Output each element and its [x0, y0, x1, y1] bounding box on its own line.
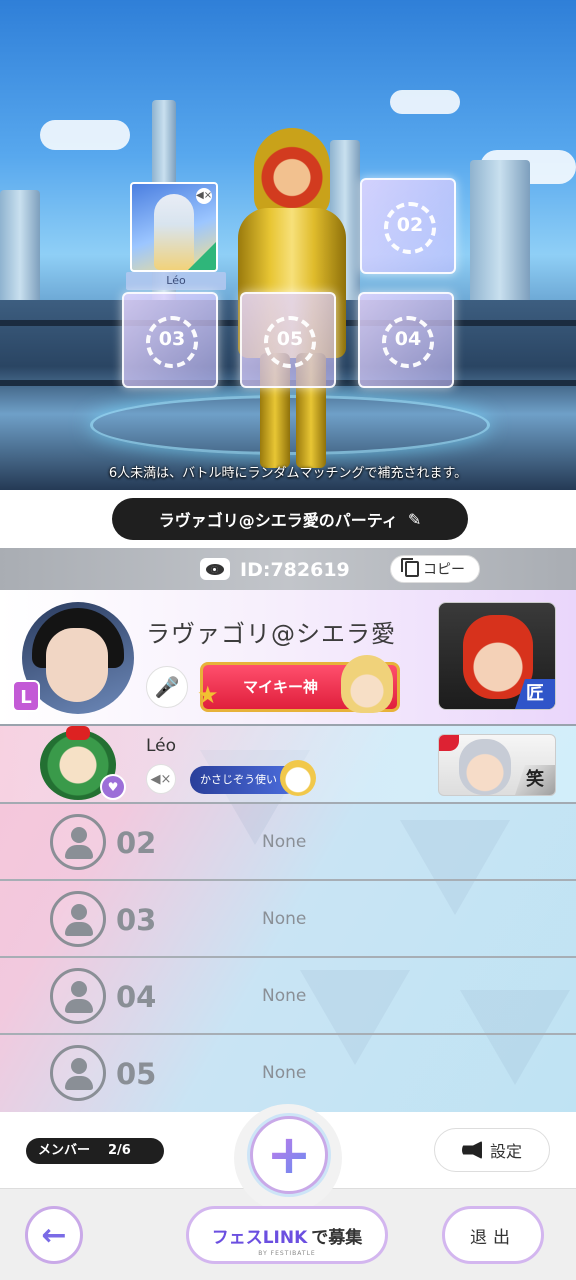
empty-member-row: 04 None: [0, 958, 576, 1035]
person-icon: [50, 968, 106, 1024]
title-text: マイキー神: [243, 678, 319, 696]
festi-link-logo: フェスLINK: [211, 1227, 308, 1248]
member-label: メンバー: [38, 1143, 91, 1158]
star-icon: ★: [197, 681, 219, 709]
mute-icon: ◀×: [196, 188, 212, 204]
recruit-sub: BY FESTIBATLE: [258, 1250, 316, 1257]
invite-add-button[interactable]: +: [250, 1116, 328, 1194]
slot-number: 05: [116, 1057, 157, 1091]
empty-slot-03[interactable]: 03: [122, 292, 218, 388]
arrow-left-icon: ←: [41, 1217, 67, 1253]
pencil-icon: ✎: [407, 509, 422, 529]
slot-number: 02: [116, 826, 157, 860]
eye-icon[interactable]: [200, 558, 230, 580]
leader-badge: L: [12, 680, 40, 712]
member-list: L ラヴァゴリ@シエラ愛 🎤 マイキー神 ★ 匠 ♥ Léo ◀× かさじぞう使…: [0, 590, 576, 1112]
person-icon: [50, 1045, 106, 1101]
slot-number: 03: [158, 328, 186, 350]
slot-number: 04: [116, 980, 157, 1014]
leave-button[interactable]: 退出: [442, 1206, 544, 1264]
title-text: かさじぞう使い: [200, 773, 277, 786]
slot-status: None: [262, 909, 307, 929]
member-row-leader[interactable]: L ラヴァゴリ@シエラ愛 🎤 マイキー神 ★ 匠: [0, 590, 576, 726]
slot-status: None: [262, 986, 307, 1006]
character-portrait[interactable]: 笑: [438, 734, 556, 796]
copy-button[interactable]: コピー: [390, 555, 480, 583]
character-figure: [154, 194, 194, 270]
leave-label: 退出: [470, 1227, 516, 1248]
character-portrait[interactable]: 匠: [438, 602, 556, 710]
empty-member-row: 03 None: [0, 881, 576, 958]
party-name: ラヴァゴリ@シエラ愛のパーティ: [158, 511, 398, 530]
slot-status: None: [262, 1063, 307, 1083]
slot-number: 04: [394, 328, 422, 350]
settings-label: 設定: [489, 1142, 522, 1161]
member-name: Léo: [146, 736, 177, 756]
party-name-button[interactable]: ラヴァゴリ@シエラ愛のパーティ ✎: [112, 498, 468, 540]
empty-slot-05[interactable]: 05: [240, 292, 336, 388]
cloud: [40, 120, 130, 150]
slot-number: 02: [396, 214, 424, 236]
settings-button[interactable]: 設定: [434, 1128, 550, 1172]
character-head: [254, 128, 330, 218]
member-count-pill: メンバー 2/6: [26, 1138, 164, 1164]
title-plate: かさじぞう使い: [190, 760, 316, 796]
person-icon: [50, 891, 106, 947]
empty-slot-04[interactable]: 04: [358, 292, 454, 388]
rank-badge: 笑: [515, 765, 555, 795]
slot-number: 05: [276, 328, 304, 350]
slot-number: 03: [116, 903, 157, 937]
member-count: 2/6: [108, 1143, 131, 1158]
member-name: ラヴァゴリ@シエラ愛: [146, 620, 396, 648]
festi-link-recruit-button[interactable]: フェスLINK で募集 BY FESTIBATLE: [186, 1206, 388, 1264]
member-row-leo[interactable]: ♥ Léo ◀× かさじぞう使い 笑: [0, 726, 576, 804]
recruit-label: で募集: [311, 1227, 363, 1248]
copy-icon: [401, 558, 419, 577]
back-button[interactable]: ←: [25, 1206, 83, 1264]
member-card-name: Léo: [126, 272, 226, 290]
party-id: ID:782619: [240, 559, 350, 581]
matching-hint: 6人未満は、バトル時にランダムマッチングで補充されます。: [108, 466, 468, 481]
copy-label: コピー: [423, 562, 465, 578]
empty-member-row: 05 None: [0, 1035, 576, 1112]
party-lobby-scene: ◀× Léo 02 03 05 04 6人未満は、バトル時にランダムマッチングで…: [0, 0, 576, 490]
slot-status: None: [262, 832, 307, 852]
chibi-icon: [341, 655, 393, 713]
friend-icon: ♥: [100, 774, 126, 800]
person-icon: [50, 814, 106, 870]
megaphone-icon: [461, 1141, 482, 1159]
cat-icon: [280, 760, 316, 796]
plus-icon: +: [266, 1123, 312, 1186]
empty-slot-02[interactable]: 02: [360, 178, 456, 274]
mic-off-icon[interactable]: 🎤: [146, 666, 188, 708]
cloud: [390, 90, 460, 114]
title-plate: マイキー神 ★: [197, 655, 400, 713]
member-card-leo[interactable]: ◀×: [130, 182, 218, 272]
empty-member-row: 02 None: [0, 804, 576, 881]
mute-icon[interactable]: ◀×: [146, 764, 176, 794]
